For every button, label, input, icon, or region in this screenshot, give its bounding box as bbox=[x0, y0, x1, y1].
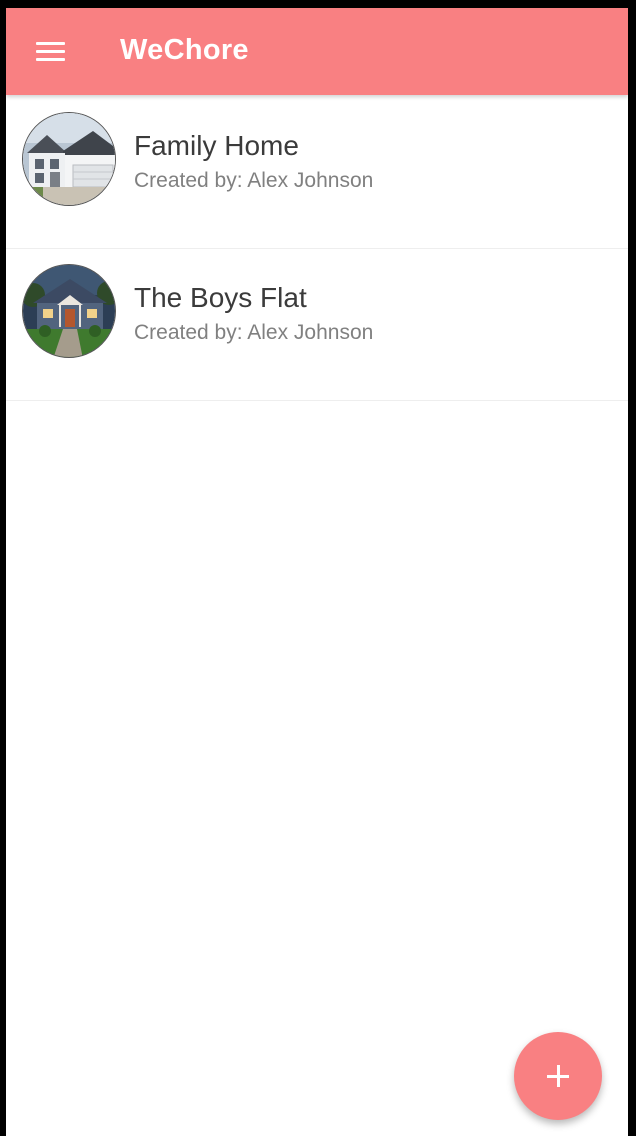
house-name: The Boys Flat bbox=[134, 282, 307, 313]
menu-button[interactable] bbox=[28, 32, 72, 72]
blue-house-photo bbox=[23, 265, 115, 357]
house-name: Family Home bbox=[134, 130, 299, 161]
house-avatar bbox=[22, 264, 116, 358]
white-house-photo bbox=[23, 113, 115, 205]
house-created-by: Created by: Alex Johnson bbox=[134, 169, 374, 192]
house-avatar bbox=[22, 112, 116, 206]
house-item-family-home[interactable]: Family Home Created by: Alex Johnson bbox=[6, 97, 628, 249]
app-title: WeChore bbox=[120, 34, 249, 66]
add-house-button[interactable] bbox=[514, 1032, 602, 1120]
house-created-by: Created by: Alex Johnson bbox=[134, 321, 374, 344]
app-bar: WeChore bbox=[6, 8, 628, 95]
app-screen: WeChore Family Home Created by: Alex Joh… bbox=[6, 8, 628, 1136]
house-item-the-boys-flat[interactable]: The Boys Flat Created by: Alex Johnson bbox=[6, 249, 628, 401]
house-list: Family Home Created by: Alex Johnson The… bbox=[6, 97, 628, 401]
